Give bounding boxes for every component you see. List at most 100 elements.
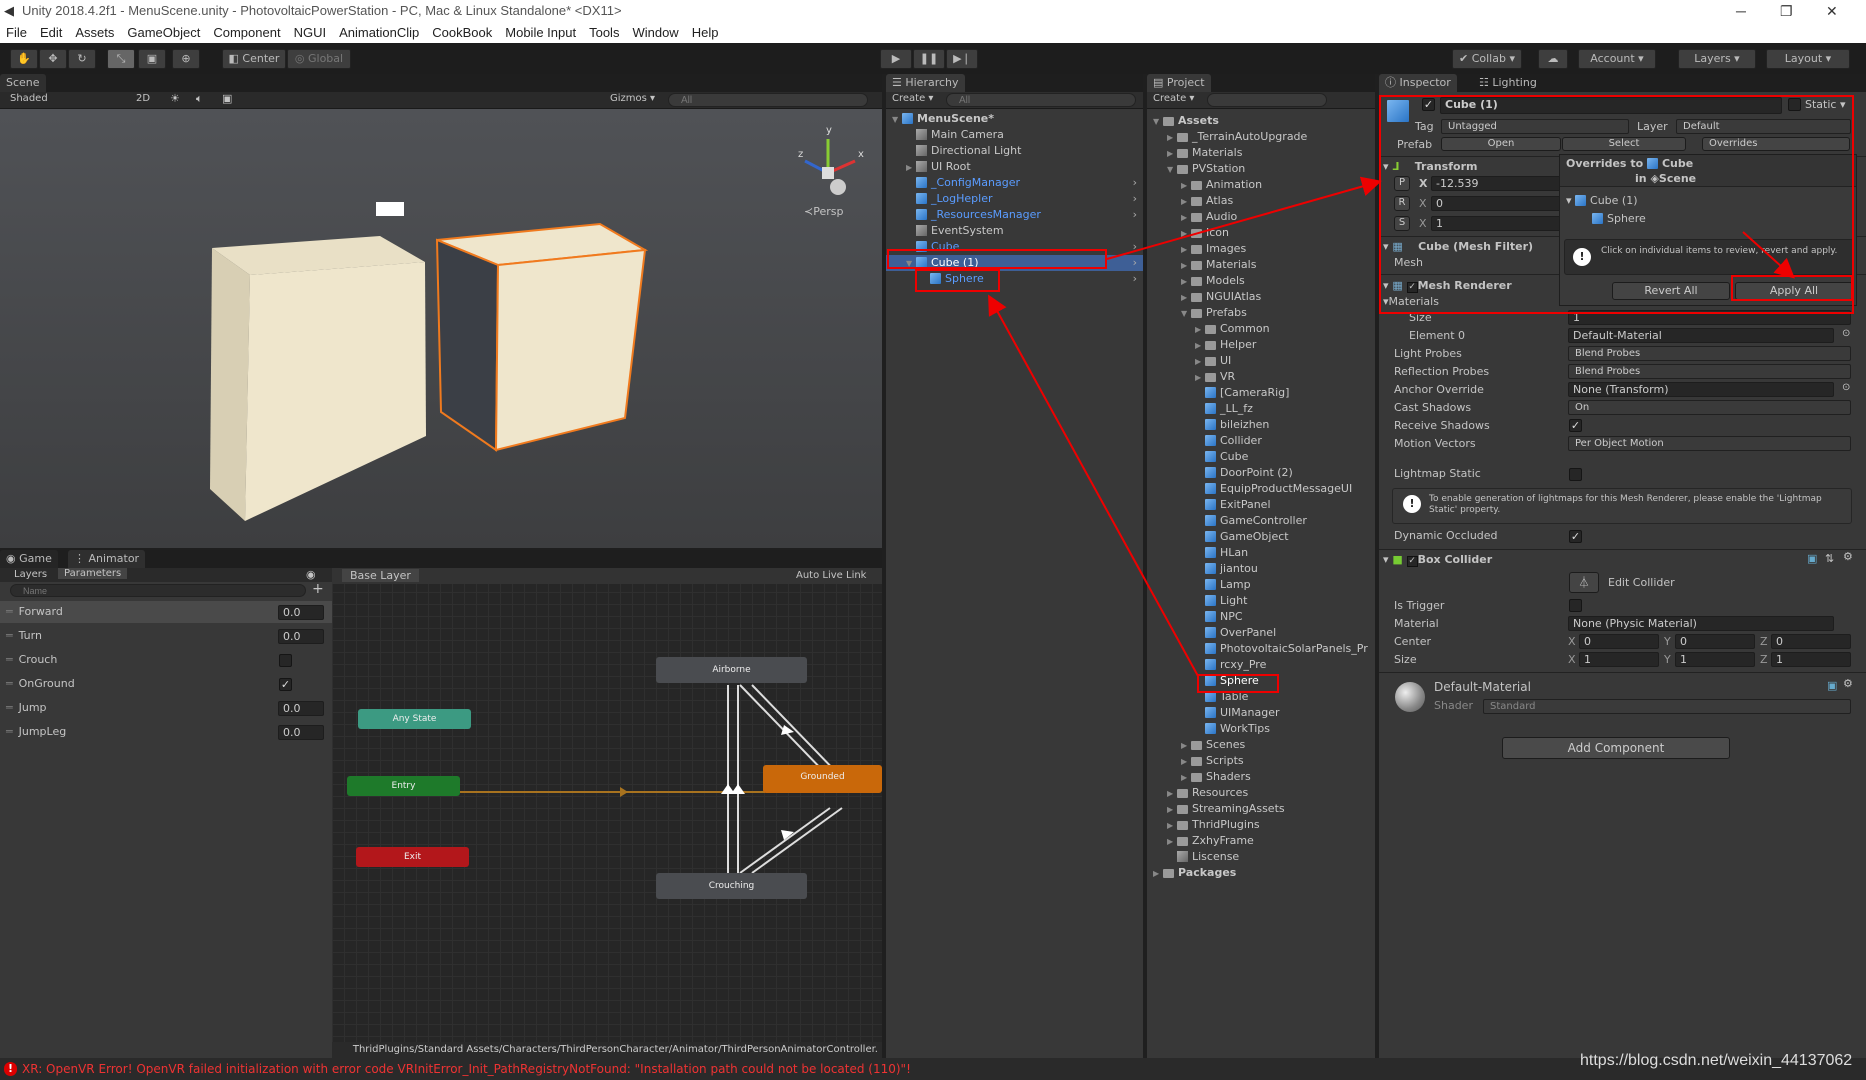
position-x-input[interactable]: -12.539 [1431, 176, 1561, 191]
collapse-arrow-icon[interactable]: ▶ [1181, 258, 1191, 274]
menu-assets[interactable]: Assets [75, 22, 114, 43]
project-item[interactable]: OverPanel [1147, 625, 1375, 641]
project-item[interactable]: ▶ StreamingAssets [1147, 801, 1375, 817]
static-checkbox[interactable] [1788, 98, 1801, 111]
tab-animator[interactable]: ⋮ Animator [68, 550, 146, 568]
parameter-value-input[interactable]: 0.0 [278, 725, 324, 740]
hand-tool-icon[interactable]: ✋ [10, 49, 38, 69]
drag-handle-icon[interactable]: ═ [6, 605, 13, 618]
collapse-arrow-icon[interactable]: ▶ [1181, 754, 1191, 770]
prefab-overrides-dropdown[interactable]: Overrides [1702, 137, 1850, 151]
project-item[interactable]: ▶ Atlas [1147, 193, 1375, 209]
project-item[interactable]: PhotovoltaicSolarPanels_Pr [1147, 641, 1375, 657]
pause-button[interactable]: ❚❚ [913, 49, 945, 69]
project-item[interactable]: ▼ Assets [1147, 113, 1375, 129]
collapse-arrow-icon[interactable]: ▶ [1167, 130, 1177, 146]
hierarchy-item[interactable]: _ConfigManager › [886, 175, 1143, 191]
project-item[interactable]: ▶ Animation [1147, 177, 1375, 193]
state-grounded[interactable]: Grounded [763, 765, 882, 793]
preset-icon[interactable]: ⇅ [1825, 552, 1834, 565]
collapse-arrow-icon[interactable]: ▶ [1167, 146, 1177, 162]
account-button[interactable]: Account ▾ [1578, 49, 1656, 69]
open-prefab-arrow-icon[interactable]: › [1133, 271, 1137, 287]
open-prefab-arrow-icon[interactable]: › [1133, 191, 1137, 207]
project-item[interactable]: ▶ Scenes [1147, 737, 1375, 753]
gear-icon[interactable]: ⚙ [1843, 550, 1853, 563]
size-x-input[interactable]: 1 [1579, 652, 1659, 667]
center-z-input[interactable]: 0 [1771, 634, 1851, 649]
project-item[interactable]: WorkTips [1147, 721, 1375, 737]
dynamic-occluded-checkbox[interactable]: ✓ [1569, 530, 1582, 543]
add-component-button[interactable]: Add Component [1502, 737, 1730, 759]
play-button[interactable]: ▶ [880, 49, 912, 69]
collapse-arrow-icon[interactable]: ▶ [1181, 274, 1191, 290]
collapse-arrow-icon[interactable]: ▶ [1167, 834, 1177, 850]
persp-label[interactable]: ≺Persp [804, 205, 843, 218]
project-item[interactable]: Light [1147, 593, 1375, 609]
animator-graph[interactable]: Base Layer Auto Live Link Airborne Any S… [332, 568, 882, 1058]
project-item[interactable]: ▶ Models [1147, 273, 1375, 289]
hierarchy-item[interactable]: _LogHepler › [886, 191, 1143, 207]
tab-lighting[interactable]: ☷ Lighting [1473, 74, 1543, 92]
rotate-tool-icon[interactable]: ↻ [68, 49, 96, 69]
project-item[interactable]: NPC [1147, 609, 1375, 625]
override-item-sphere[interactable]: Sphere [1592, 211, 1646, 226]
project-item[interactable]: ▶ Helper [1147, 337, 1375, 353]
expand-arrow-icon[interactable]: ▼ [1153, 114, 1163, 130]
parameter-value-input[interactable]: 0.0 [278, 605, 324, 620]
property-dropdown[interactable]: Per Object Motion [1568, 436, 1851, 451]
layers-button[interactable]: Layers ▾ [1678, 49, 1756, 69]
hierarchy-create-button[interactable]: Create ▾ [892, 93, 933, 104]
menu-edit[interactable]: Edit [40, 22, 62, 43]
project-item[interactable]: Lisсense [1147, 849, 1375, 865]
layout-button[interactable]: Layout ▾ [1766, 49, 1850, 69]
2d-toggle[interactable]: 2D [136, 93, 150, 104]
hierarchy-item[interactable]: Main Camera [886, 127, 1143, 143]
project-item[interactable]: Table [1147, 689, 1375, 705]
center-y-input[interactable]: 0 [1675, 634, 1755, 649]
state-any[interactable]: Any State [358, 709, 471, 729]
collapse-arrow-icon[interactable]: ▶ [1181, 178, 1191, 194]
add-parameter-icon[interactable]: + [312, 581, 324, 597]
receive-shadows-checkbox[interactable]: ✓ [1569, 419, 1582, 432]
is-trigger-checkbox[interactable] [1569, 599, 1582, 612]
collapse-arrow-icon[interactable]: ▶ [1181, 738, 1191, 754]
project-item[interactable]: Cube [1147, 449, 1375, 465]
project-item[interactable]: bileizhen [1147, 417, 1375, 433]
project-item[interactable]: ▶ Common [1147, 321, 1375, 337]
mesh-renderer-header[interactable]: ▾ ▦ ✓ Mesh Renderer [1383, 278, 1512, 293]
tab-game[interactable]: ◉ Game [0, 550, 58, 568]
override-item-cube[interactable]: ▾ Cube (1) [1566, 193, 1638, 208]
menu-window[interactable]: Window [632, 22, 678, 43]
menu-gameobject[interactable]: GameObject [127, 22, 200, 43]
gizmos-dropdown[interactable]: Gizmos ▾ [610, 93, 655, 104]
revert-all-button[interactable]: Revert All [1612, 282, 1730, 300]
hierarchy-item[interactable]: ▶ UI Root [886, 159, 1143, 175]
project-item[interactable]: ▶ NGUIAtlas [1147, 289, 1375, 305]
collapse-arrow-icon[interactable]: ▶ [1167, 802, 1177, 818]
shading-dropdown[interactable]: Shaded [10, 93, 48, 104]
hierarchy-item[interactable]: Sphere › [886, 271, 1143, 287]
parameter-row[interactable]: ═ JumpLeg 0.0 [0, 721, 332, 743]
parameter-value-input[interactable]: 0.0 [278, 629, 324, 644]
object-picker-icon[interactable]: ⊙ [1842, 328, 1850, 339]
prefab-select-button[interactable]: Select [1562, 137, 1686, 151]
drag-handle-icon[interactable]: ═ [6, 629, 13, 642]
tab-scene[interactable]: Scene [0, 74, 46, 92]
project-create-button[interactable]: Create ▾ [1153, 93, 1194, 104]
drag-handle-icon[interactable]: ═ [6, 653, 13, 666]
tab-hierarchy[interactable]: ☰ Hierarchy [886, 74, 965, 92]
collapse-arrow-icon[interactable]: ▶ [1181, 210, 1191, 226]
project-item[interactable]: ▶ UI [1147, 353, 1375, 369]
transform-tool-icon[interactable]: ⊕ [172, 49, 200, 69]
project-item[interactable]: ▶ ThridPlugins [1147, 817, 1375, 833]
collapse-arrow-icon[interactable]: ▶ [1181, 242, 1191, 258]
project-item[interactable]: ▶ Materials [1147, 145, 1375, 161]
menu-help[interactable]: Help [692, 22, 719, 43]
scene-viewport[interactable]: y x z ≺Persp [0, 109, 882, 548]
rotation-button[interactable]: R [1394, 196, 1410, 211]
menu-ngui[interactable]: NGUI [294, 22, 327, 43]
collider-material-field[interactable]: None (Physic Material) [1568, 616, 1834, 631]
collapse-arrow-icon[interactable]: ▶ [1195, 322, 1205, 338]
project-item[interactable]: DoorPoint (2) [1147, 465, 1375, 481]
